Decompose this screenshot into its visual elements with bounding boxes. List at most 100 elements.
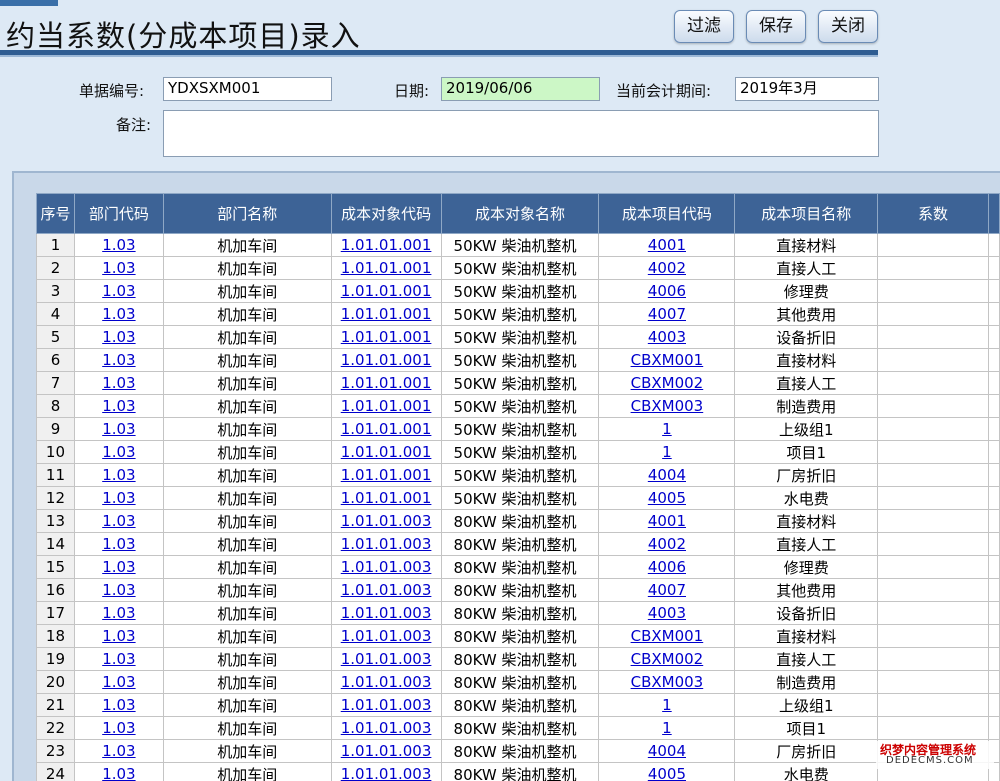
cell-object-code-link[interactable]: 1.01.01.001 (330, 463, 442, 487)
cell-dept-code-link[interactable]: 1.03 (73, 693, 164, 717)
table-row[interactable]: 14 1.03 机加车间 1.01.01.003 80KW 柴油机整机 4002 直接人工 (36, 532, 1000, 556)
table-row[interactable]: 3 1.03 机加车间 1.01.01.001 50KW 柴油机整机 4006 修理费 (36, 279, 1000, 303)
cell-dept-code-link[interactable]: 1.03 (73, 394, 164, 418)
cell-coefficient[interactable] (877, 670, 989, 694)
cell-item-code-link[interactable]: CBXM003 (598, 670, 736, 694)
cell-object-code-link[interactable]: 1.01.01.001 (330, 348, 442, 372)
cell-object-code-link[interactable]: 1.01.01.003 (330, 670, 442, 694)
col-header-coefficient[interactable]: 系数 (877, 193, 989, 234)
data-grid[interactable]: 序号 部门代码 部门名称 成本对象代码 成本对象名称 成本项目代码 成本项目名称… (36, 193, 1000, 781)
cell-item-code-link[interactable]: 4006 (598, 555, 736, 579)
cell-coefficient[interactable] (877, 716, 989, 740)
cell-dept-code-link[interactable]: 1.03 (73, 509, 164, 533)
cell-object-code-link[interactable]: 1.01.01.003 (330, 647, 442, 671)
table-row[interactable]: 7 1.03 机加车间 1.01.01.001 50KW 柴油机整机 CBXM002 直接人… (36, 371, 1000, 395)
cell-dept-code-link[interactable]: 1.03 (73, 762, 164, 781)
cell-object-code-link[interactable]: 1.01.01.001 (330, 256, 442, 280)
cell-dept-code-link[interactable]: 1.03 (73, 302, 164, 326)
save-button[interactable]: 保存 (746, 10, 806, 43)
cell-item-code-link[interactable]: CBXM002 (598, 647, 736, 671)
cell-object-code-link[interactable]: 1.01.01.001 (330, 233, 442, 257)
cell-item-code-link[interactable]: 4003 (598, 325, 736, 349)
doc-no-field[interactable]: YDXSXM001 (163, 77, 332, 101)
table-row[interactable]: 8 1.03 机加车间 1.01.01.001 50KW 柴油机整机 CBXM003 制造费… (36, 394, 1000, 418)
cell-dept-code-link[interactable]: 1.03 (73, 440, 164, 464)
cell-object-code-link[interactable]: 1.01.01.003 (330, 762, 442, 781)
cell-dept-code-link[interactable]: 1.03 (73, 256, 164, 280)
table-row[interactable]: 19 1.03 机加车间 1.01.01.003 80KW 柴油机整机 CBXM002 直接… (36, 647, 1000, 671)
cell-coefficient[interactable] (877, 578, 989, 602)
cell-item-code-link[interactable]: 4002 (598, 532, 736, 556)
cell-object-code-link[interactable]: 1.01.01.001 (330, 371, 442, 395)
cell-coefficient[interactable] (877, 302, 989, 326)
table-row[interactable]: 1 1.03 机加车间 1.01.01.001 50KW 柴油机整机 4001 直接材料 (36, 233, 1000, 257)
cell-item-code-link[interactable]: 1 (598, 693, 736, 717)
cell-coefficient[interactable] (877, 463, 989, 487)
close-button[interactable]: 关闭 (818, 10, 878, 43)
cell-item-code-link[interactable]: 4007 (598, 302, 736, 326)
cell-object-code-link[interactable]: 1.01.01.001 (330, 325, 442, 349)
cell-dept-code-link[interactable]: 1.03 (73, 233, 164, 257)
cell-dept-code-link[interactable]: 1.03 (73, 532, 164, 556)
cell-object-code-link[interactable]: 1.01.01.001 (330, 394, 442, 418)
table-row[interactable]: 13 1.03 机加车间 1.01.01.003 80KW 柴油机整机 4001 直接材料 (36, 509, 1000, 533)
table-row[interactable]: 24 1.03 机加车间 1.01.01.003 80KW 柴油机整机 4005 水电费 (36, 762, 1000, 781)
cell-dept-code-link[interactable]: 1.03 (73, 624, 164, 648)
cell-object-code-link[interactable]: 1.01.01.001 (330, 417, 442, 441)
col-header-object-name[interactable]: 成本对象名称 (440, 193, 600, 234)
period-field[interactable]: 2019年3月 (735, 77, 879, 101)
cell-object-code-link[interactable]: 1.01.01.003 (330, 693, 442, 717)
cell-object-code-link[interactable]: 1.01.01.003 (330, 624, 442, 648)
remark-field[interactable] (163, 110, 879, 157)
table-row[interactable]: 20 1.03 机加车间 1.01.01.003 80KW 柴油机整机 CBXM003 制造… (36, 670, 1000, 694)
table-row[interactable]: 22 1.03 机加车间 1.01.01.003 80KW 柴油机整机 1 项目1 (36, 716, 1000, 740)
cell-coefficient[interactable] (877, 279, 989, 303)
cell-dept-code-link[interactable]: 1.03 (73, 716, 164, 740)
cell-dept-code-link[interactable]: 1.03 (73, 601, 164, 625)
table-row[interactable]: 2 1.03 机加车间 1.01.01.001 50KW 柴油机整机 4002 直接人工 (36, 256, 1000, 280)
cell-coefficient[interactable] (877, 532, 989, 556)
cell-dept-code-link[interactable]: 1.03 (73, 486, 164, 510)
table-row[interactable]: 10 1.03 机加车间 1.01.01.001 50KW 柴油机整机 1 项目1 (36, 440, 1000, 464)
cell-item-code-link[interactable]: 4006 (598, 279, 736, 303)
cell-item-code-link[interactable]: 4001 (598, 509, 736, 533)
cell-dept-code-link[interactable]: 1.03 (73, 647, 164, 671)
cell-coefficient[interactable] (877, 509, 989, 533)
cell-object-code-link[interactable]: 1.01.01.003 (330, 555, 442, 579)
table-row[interactable]: 4 1.03 机加车间 1.01.01.001 50KW 柴油机整机 4007 其他费用 (36, 302, 1000, 326)
filter-button[interactable]: 过滤 (674, 10, 734, 43)
cell-item-code-link[interactable]: 4007 (598, 578, 736, 602)
col-header-seq[interactable]: 序号 (36, 193, 75, 234)
cell-coefficient[interactable] (877, 647, 989, 671)
cell-object-code-link[interactable]: 1.01.01.001 (330, 486, 442, 510)
cell-coefficient[interactable] (877, 417, 989, 441)
cell-item-code-link[interactable]: 4003 (598, 601, 736, 625)
cell-dept-code-link[interactable]: 1.03 (73, 279, 164, 303)
cell-item-code-link[interactable]: 4004 (598, 739, 736, 763)
cell-coefficient[interactable] (877, 486, 989, 510)
cell-dept-code-link[interactable]: 1.03 (73, 371, 164, 395)
cell-dept-code-link[interactable]: 1.03 (73, 463, 164, 487)
cell-coefficient[interactable] (877, 371, 989, 395)
cell-item-code-link[interactable]: 4004 (598, 463, 736, 487)
col-header-item-name[interactable]: 成本项目名称 (734, 193, 879, 234)
cell-dept-code-link[interactable]: 1.03 (73, 348, 164, 372)
cell-object-code-link[interactable]: 1.01.01.001 (330, 302, 442, 326)
cell-coefficient[interactable] (877, 325, 989, 349)
cell-coefficient[interactable] (877, 256, 989, 280)
cell-dept-code-link[interactable]: 1.03 (73, 555, 164, 579)
cell-coefficient[interactable] (877, 233, 989, 257)
col-header-item-code[interactable]: 成本项目代码 (598, 193, 736, 234)
col-header-dept-code[interactable]: 部门代码 (73, 193, 164, 234)
cell-dept-code-link[interactable]: 1.03 (73, 417, 164, 441)
cell-coefficient[interactable] (877, 440, 989, 464)
table-row[interactable]: 18 1.03 机加车间 1.01.01.003 80KW 柴油机整机 CBXM001 直接… (36, 624, 1000, 648)
table-row[interactable]: 17 1.03 机加车间 1.01.01.003 80KW 柴油机整机 4003 设备折旧 (36, 601, 1000, 625)
cell-coefficient[interactable] (877, 394, 989, 418)
table-row[interactable]: 9 1.03 机加车间 1.01.01.001 50KW 柴油机整机 1 上级组1 (36, 417, 1000, 441)
cell-item-code-link[interactable]: 4001 (598, 233, 736, 257)
cell-object-code-link[interactable]: 1.01.01.003 (330, 509, 442, 533)
table-row[interactable]: 12 1.03 机加车间 1.01.01.001 50KW 柴油机整机 4005 水电费 (36, 486, 1000, 510)
table-row[interactable]: 11 1.03 机加车间 1.01.01.001 50KW 柴油机整机 4004 厂房折旧 (36, 463, 1000, 487)
cell-object-code-link[interactable]: 1.01.01.003 (330, 578, 442, 602)
